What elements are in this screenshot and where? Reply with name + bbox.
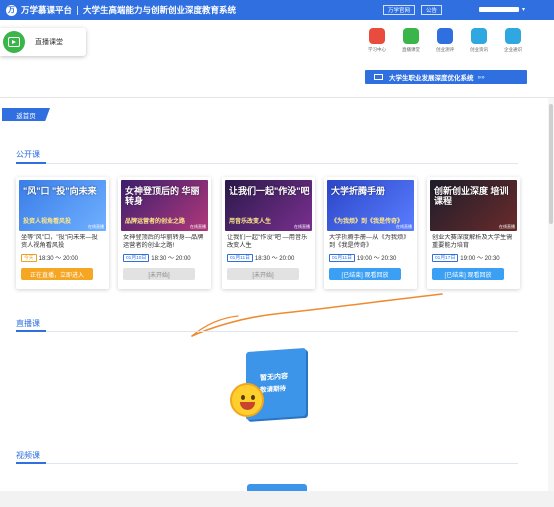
- thumbnail-tag: 在线直播: [190, 224, 206, 229]
- course-thumbnail[interactable]: "风"口 "投"向未来投资人视角看风投在线直播: [19, 180, 106, 231]
- nav-item[interactable]: 创业资讯: [462, 28, 496, 53]
- title-divider: [77, 5, 79, 15]
- course-time: 18:30 ～ 20:00: [151, 256, 191, 262]
- empty-state-line-2: 敬请期待: [260, 385, 286, 395]
- hand-drawn-arrow-annotation: [191, 293, 443, 337]
- thumbnail-title: 让我们一起"作没"吧: [229, 186, 310, 196]
- news-icon: [471, 28, 487, 44]
- platform-name: 万学慕课平台: [21, 5, 73, 15]
- live-course-divider: [16, 330, 518, 332]
- chevron-down-icon: ▾: [522, 7, 526, 13]
- empty-state-line-1: 暂无内容: [260, 373, 288, 383]
- course-description[interactable]: 坐等"风"口，"投"向未来—投资人视角看风投: [21, 234, 104, 250]
- course-schedule: 今天 18:30 ～ 20:00: [21, 253, 109, 262]
- course-thumbnail[interactable]: 大学折腾手册《为我烦》到《我是传奇》 在线直播: [327, 180, 414, 231]
- course-schedule: 01月10日 18:30 ～ 20:00: [123, 253, 211, 262]
- video-course-heading: 视频课: [16, 451, 40, 460]
- course-action-button[interactable]: [未开始]: [123, 268, 195, 280]
- live-classroom-icon: [3, 31, 25, 53]
- live-course-heading: 直播课: [16, 319, 40, 328]
- enterprise-icon: [505, 28, 521, 44]
- live-classroom-header: 直播课堂: [0, 28, 86, 56]
- official-site-button[interactable]: 万学官网: [383, 5, 416, 15]
- module-nav: 学习中心 直播课堂 创业测评 创业资讯 企业通识: [360, 28, 530, 53]
- course-date-badge: 今天: [21, 253, 37, 262]
- thumbnail-subtitle: 《为我烦》到《我是传奇》: [331, 219, 404, 225]
- course-date-badge: 01月11日: [227, 253, 253, 262]
- logo-letter: 万: [8, 7, 15, 14]
- video-course-divider: [16, 462, 518, 464]
- nav-item-label: 创业测评: [436, 47, 454, 52]
- username-redacted: [479, 7, 519, 12]
- thumbnail-tag: 在线直播: [499, 224, 515, 229]
- thumbnail-subtitle: 用音乐改变人生: [229, 219, 272, 225]
- course-action-button[interactable]: [未开始]: [227, 268, 299, 280]
- live-classroom-title: 直播课堂: [35, 39, 63, 46]
- nav-item-label: 创业资讯: [470, 47, 488, 52]
- course-time: 19:00 ～ 20:30: [356, 256, 397, 262]
- course-card[interactable]: 大学折腾手册《为我烦》到《我是传奇》 在线直播大学折腾手册—从《为我烦》到《我是传…: [324, 177, 417, 289]
- thumbnail-title: 大学折腾手册: [331, 186, 386, 196]
- double-arrow-icon: »»: [477, 73, 485, 81]
- course-time: 18:30 ～ 20:00: [254, 256, 295, 262]
- career-system-banner[interactable]: 大学生职业发展深度优化系统 »»: [365, 70, 527, 84]
- course-card[interactable]: 创新创业深度 培训课程在线直播创业大赛深度解析及大学生需重要能力培育 01月17日…: [427, 177, 520, 289]
- vertical-scrollbar[interactable]: [548, 98, 554, 491]
- nav-item-label: 企业通识: [504, 47, 522, 52]
- course-card[interactable]: 女神登顶后的 华丽转身品牌运营者的创业之路 在线直播女神登顶后的华丽转身—品牌运营…: [118, 177, 211, 289]
- public-course-heading: 公开课: [16, 150, 40, 159]
- course-card[interactable]: "风"口 "投"向未来投资人视角看风投在线直播坐等"风"口，"投"向未来—投资人…: [16, 177, 109, 289]
- course-thumbnail[interactable]: 创新创业深度 培训课程在线直播: [430, 180, 517, 231]
- bottom-strip: [0, 491, 554, 507]
- course-description[interactable]: 创业大赛深度解析及大学生需重要能力培育: [432, 234, 515, 250]
- thumbnail-subtitle: 投资人视角看风投: [23, 219, 72, 225]
- course-schedule: 01月11日 18:30 ～ 20:00: [227, 253, 315, 262]
- system-title: 大学生高端能力与创新创业深度教育系统: [83, 5, 237, 15]
- course-date-badge: 01月11日: [329, 253, 355, 262]
- user-menu[interactable]: ▾: [479, 6, 525, 13]
- nav-item[interactable]: 创业测评: [428, 28, 462, 53]
- smiley-face-icon: [230, 383, 264, 417]
- course-description[interactable]: 让我们一起"作没"吧 —用音乐改变人生: [227, 234, 310, 250]
- nav-item-label: 直播课堂: [402, 47, 420, 52]
- top-bar: 万 万学慕课平台 大学生高端能力与创新创业深度教育系统 万学官网 公告 ▾: [0, 0, 554, 20]
- course-thumbnail[interactable]: 让我们一起"作没"吧用音乐改变人生在线直播: [225, 180, 312, 231]
- live-classroom-icon: [403, 28, 419, 44]
- scrollbar-thumb[interactable]: [549, 104, 553, 224]
- nav-item-label: 学习中心: [368, 47, 386, 52]
- thumbnail-title: 创新创业深度 培训课程: [434, 186, 509, 206]
- banner-label: 大学生职业发展深度优化系统: [389, 75, 474, 82]
- course-date-badge: 01月10日: [123, 253, 150, 262]
- platform-logo[interactable]: 万: [6, 4, 17, 16]
- empty-state-illustration: 暂无内容 敬请期待: [230, 347, 314, 426]
- nav-item[interactable]: 企业通识: [496, 28, 530, 53]
- video-empty-book-partial: [247, 484, 307, 491]
- course-action-button[interactable]: 正在直播，立即进入: [21, 268, 93, 280]
- course-schedule: 01月11日 19:00 ～ 20:30: [329, 253, 417, 262]
- course-date-badge: 01月17日: [432, 253, 459, 262]
- course-action-button[interactable]: [已结束] 观看回放: [329, 268, 401, 280]
- thumbnail-subtitle: 品牌运营者的创业之路: [125, 219, 186, 225]
- thumbnail-tag: 在线直播: [88, 224, 104, 229]
- thumbnail-title: 女神登顶后的 华丽转身: [125, 186, 200, 206]
- course-time: 18:30 ～ 20:00: [38, 256, 78, 262]
- course-description[interactable]: 大学折腾手册—从《为我烦》到《我是传奇》: [329, 234, 412, 250]
- back-home-button[interactable]: 返首页: [2, 108, 50, 121]
- thumbnail-tag: 在线直播: [294, 224, 310, 229]
- course-time: 19:00 ～ 20:30: [460, 256, 500, 262]
- monitor-icon: [374, 74, 383, 80]
- nav-item[interactable]: 直播课堂: [394, 28, 428, 53]
- course-description[interactable]: 女神登顶后的华丽转身—品牌运营者的创业之路!: [123, 234, 206, 250]
- nav-item[interactable]: 学习中心: [360, 28, 394, 53]
- course-thumbnail[interactable]: 女神登顶后的 华丽转身品牌运营者的创业之路 在线直播: [121, 180, 208, 231]
- thumbnail-title: "风"口 "投"向未来: [23, 186, 97, 196]
- assessment-icon: [437, 28, 453, 44]
- course-card[interactable]: 让我们一起"作没"吧用音乐改变人生在线直播让我们一起"作没"吧 —用音乐改变人生…: [222, 177, 315, 289]
- notice-button[interactable]: 公告: [421, 5, 443, 15]
- thumbnail-tag: 在线直播: [396, 224, 412, 229]
- course-schedule: 01月17日 19:00 ～ 20:30: [432, 253, 520, 262]
- learning-center-icon: [369, 28, 385, 44]
- course-action-button[interactable]: [已结束] 观看回放: [432, 268, 504, 280]
- public-course-divider: [16, 162, 518, 164]
